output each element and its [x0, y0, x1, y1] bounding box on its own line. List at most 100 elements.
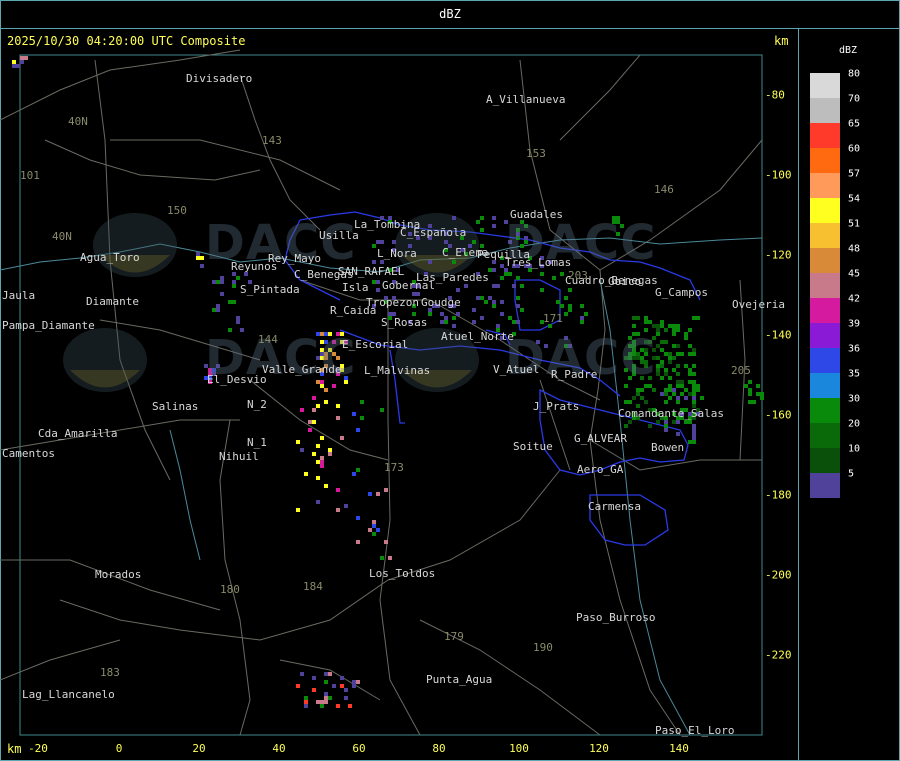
- echo-cell: [684, 420, 688, 424]
- echo-cell: [540, 288, 544, 292]
- echo-cell: [320, 460, 324, 464]
- legend-swatch: [810, 373, 840, 398]
- echo-cell: [24, 56, 28, 60]
- echo-cell: [692, 380, 696, 384]
- place-label: Camentos: [2, 447, 55, 460]
- echo-cell: [672, 356, 676, 360]
- road-label: 183: [100, 666, 120, 679]
- x-tick-label: 0: [115, 742, 123, 755]
- echo-cell: [692, 440, 696, 444]
- place-label: Paso_Burroso: [576, 611, 656, 624]
- legend-label: 45: [848, 268, 861, 280]
- echo-cell: [352, 680, 356, 684]
- echo-cell: [752, 400, 756, 404]
- echo-cell: [676, 384, 680, 388]
- echo-cell: [652, 324, 656, 328]
- place-label: L_Nora: [377, 247, 417, 260]
- echo-cell: [500, 300, 504, 304]
- echo-cell: [672, 328, 676, 332]
- legend-swatch: [810, 98, 840, 123]
- road-label: 205: [731, 364, 751, 377]
- echo-cell: [568, 304, 572, 308]
- echo-cell: [232, 300, 236, 304]
- echo-cell: [692, 400, 696, 404]
- echo-cell: [520, 308, 524, 312]
- echo-cell: [348, 704, 352, 708]
- place-label: Los_Toldos: [369, 567, 436, 580]
- echo-cell: [340, 684, 344, 688]
- legend-label: 5: [848, 468, 855, 480]
- echo-cell: [656, 372, 660, 376]
- echo-cell: [356, 516, 360, 520]
- place-label: Goudge: [421, 296, 461, 309]
- echo-cell: [356, 540, 360, 544]
- echo-cell: [356, 680, 360, 684]
- echo-cell: [304, 696, 308, 700]
- echo-cell: [384, 540, 388, 544]
- echo-cell: [684, 388, 688, 392]
- echo-cell: [676, 420, 680, 424]
- echo-cell: [236, 320, 240, 324]
- echo-cell: [668, 360, 672, 364]
- echo-cell: [472, 240, 476, 244]
- place-label: J_Prats: [533, 400, 580, 413]
- echo-cell: [380, 260, 384, 264]
- echo-cell: [672, 332, 676, 336]
- road-label: 203: [568, 269, 588, 282]
- echo-cell: [660, 392, 664, 396]
- echo-cell: [328, 672, 332, 676]
- echo-cell: [380, 240, 384, 244]
- echo-cell: [324, 388, 328, 392]
- road-label: 40N: [68, 115, 88, 128]
- echo-cell: [556, 300, 560, 304]
- place-label: Isla: [342, 281, 369, 294]
- place-label: R_Padre: [551, 368, 598, 381]
- echo-cell: [568, 308, 572, 312]
- echo-cell: [212, 308, 216, 312]
- echo-cell: [632, 396, 636, 400]
- place-label: S_Rosas: [381, 316, 428, 329]
- place-label: R_Caida: [330, 304, 377, 317]
- place-label: Salinas: [152, 400, 199, 413]
- echo-cell: [672, 324, 676, 328]
- echo-cell: [492, 300, 496, 304]
- x-tick-label: 80: [432, 742, 446, 755]
- echo-cell: [656, 356, 660, 360]
- legend-swatch: [810, 473, 840, 498]
- echo-cell: [664, 352, 668, 356]
- echo-cell: [340, 436, 344, 440]
- echo-cell: [316, 444, 320, 448]
- echo-cell: [352, 412, 356, 416]
- echo-cell: [516, 296, 520, 300]
- echo-cell: [624, 400, 628, 404]
- place-label: Valle_Grande: [262, 363, 342, 376]
- echo-cell: [492, 216, 496, 220]
- echo-cell: [212, 280, 216, 284]
- x-tick-label: 20: [192, 742, 206, 755]
- unit-label-top: km: [774, 34, 789, 48]
- echo-cell: [316, 460, 320, 464]
- echo-cell: [688, 344, 692, 348]
- legend-label: 20: [848, 418, 861, 430]
- echo-cell: [672, 368, 676, 372]
- echo-cell: [744, 384, 748, 388]
- y-tick-label: -100: [765, 168, 792, 182]
- radar-map[interactable]: [0, 0, 900, 761]
- radar-timestamp: 2025/10/30 04:20:00 UTC Composite: [7, 34, 246, 48]
- echo-cell: [672, 420, 676, 424]
- x-tick-label: 120: [589, 742, 609, 755]
- x-tick-label: 60: [352, 742, 366, 755]
- echo-cell: [236, 316, 240, 320]
- legend-label: 60: [848, 143, 861, 155]
- road-label: 143: [262, 134, 282, 147]
- echo-cell: [220, 276, 224, 280]
- legend-swatch: [810, 348, 840, 373]
- legend-label: 42: [848, 293, 861, 305]
- echo-cell: [380, 408, 384, 412]
- echo-cell: [444, 320, 448, 324]
- echo-cell: [696, 388, 700, 392]
- legend-swatch: [810, 223, 840, 248]
- legend-title: dBZ: [839, 45, 858, 56]
- echo-cell: [428, 260, 432, 264]
- echo-cell: [688, 372, 692, 376]
